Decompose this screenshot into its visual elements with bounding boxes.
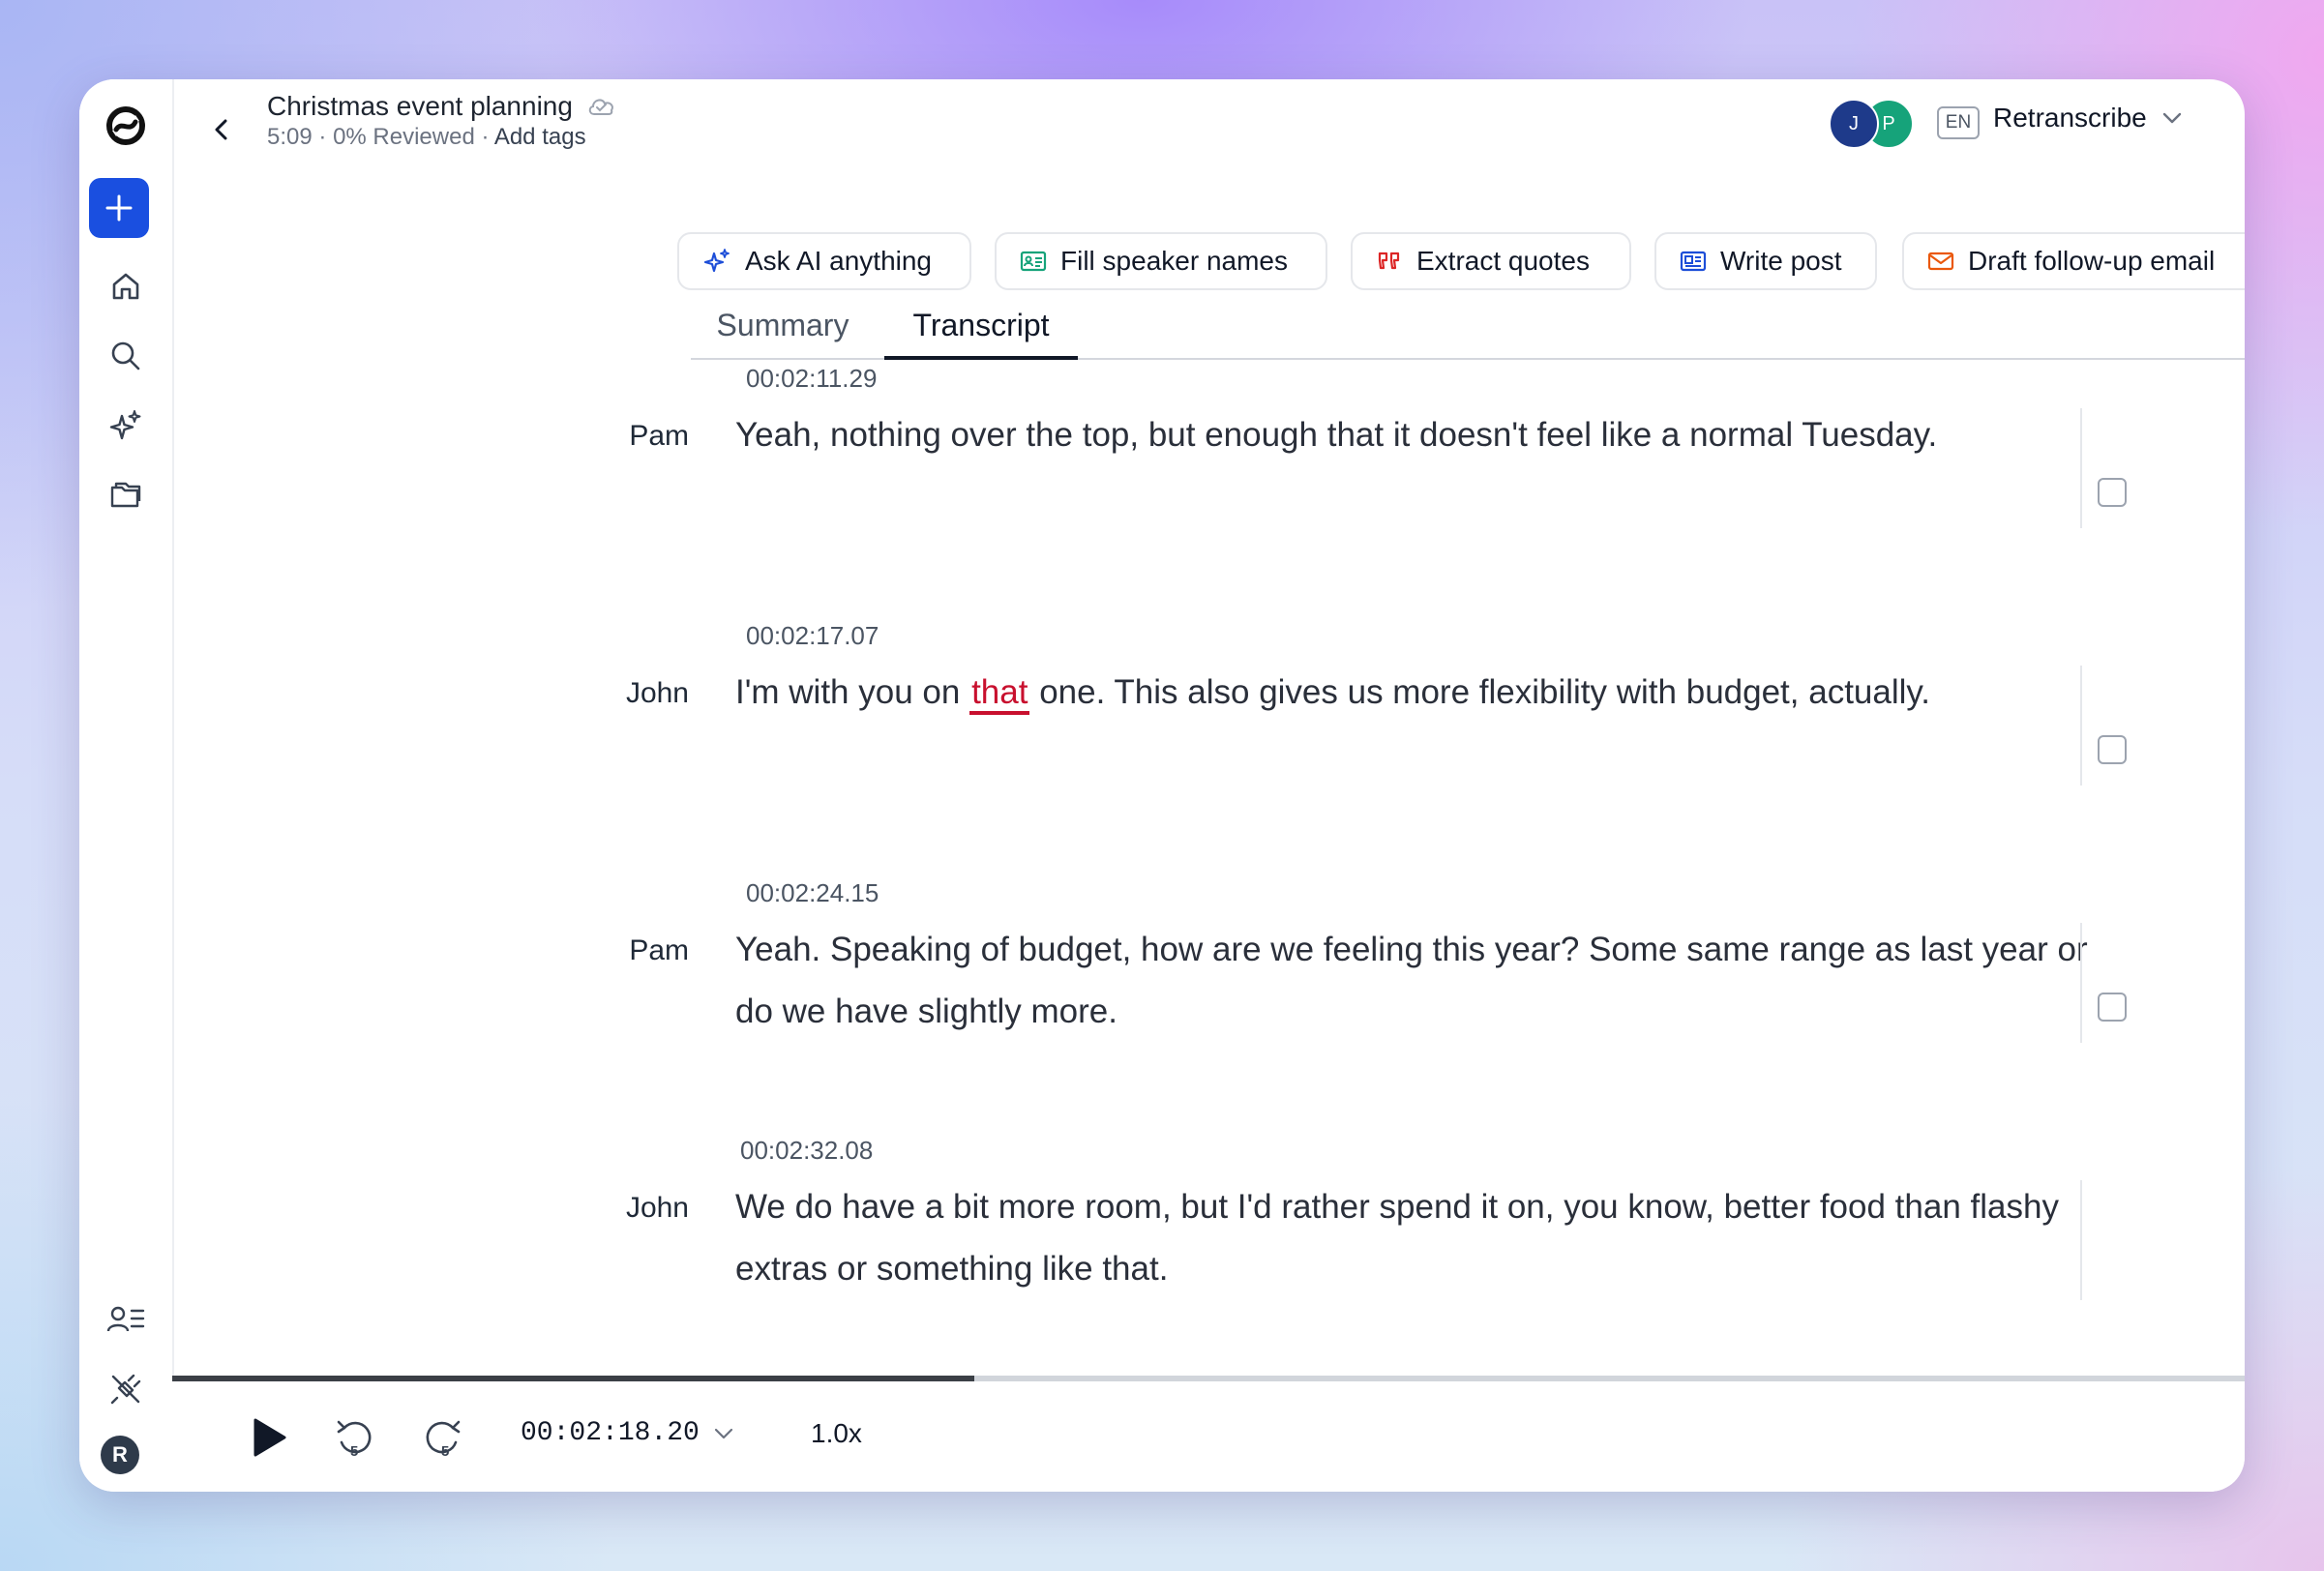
- retranscribe-button[interactable]: Retranscribe: [1993, 103, 2184, 133]
- ask-ai-label: Ask AI anything: [745, 246, 933, 276]
- audio-player: 5 5 00:02:18.20 1.0x: [172, 1381, 2245, 1492]
- tab-transcript[interactable]: Transcript: [884, 292, 1078, 360]
- utterance-text[interactable]: Yeah, nothing over the top, but enough t…: [735, 404, 2129, 466]
- skip-forward-seconds: 5: [441, 1443, 449, 1460]
- participant-avatar: J: [1829, 99, 1879, 149]
- add-tags-link[interactable]: Add tags: [494, 124, 586, 150]
- current-time: 00:02:18.20: [521, 1418, 700, 1448]
- retranscribe-label: Retranscribe: [1993, 103, 2147, 133]
- highlighted-word[interactable]: that: [969, 673, 1030, 715]
- new-button[interactable]: [89, 178, 149, 238]
- tab-summary[interactable]: Summary: [691, 292, 875, 358]
- speaker-name[interactable]: John: [495, 1192, 689, 1225]
- skip-forward-button[interactable]: 5: [414, 1408, 472, 1467]
- play-button[interactable]: [240, 1408, 298, 1467]
- doc-meta: 5:09 · 0% Reviewed · Add tags: [267, 124, 586, 151]
- timestamp[interactable]: 00:02:17.07: [746, 621, 879, 651]
- utterance-text[interactable]: Yeah. Speaking of budget, how are we fee…: [735, 919, 2129, 1043]
- fast-forward-icon: 5: [426, 1420, 461, 1460]
- page-title-text: Christmas event planning: [267, 91, 573, 121]
- tab-bar: Summary Transcript: [691, 292, 2245, 360]
- chevron-down-icon: [2162, 112, 2181, 124]
- fill-speaker-names-button[interactable]: Fill speaker names: [995, 232, 1327, 290]
- speaker-name[interactable]: Pam: [495, 420, 689, 453]
- chevron-down-icon: [714, 1428, 732, 1438]
- extract-quotes-button[interactable]: Extract quotes: [1351, 232, 1631, 290]
- segment-divider: [2080, 408, 2082, 528]
- meta-separator: ·: [318, 124, 334, 150]
- timestamp[interactable]: 00:02:24.15: [746, 878, 879, 908]
- app-window: R Christmas event planning 5:09 · 0% Rev…: [79, 79, 2245, 1492]
- id-card-icon: [1020, 251, 1047, 272]
- skip-back-seconds: 5: [350, 1443, 358, 1460]
- reviewed-text: 0% Reviewed: [333, 124, 475, 150]
- transcript-list: 00:02:11.29 Pam Yeah, nothing over the t…: [79, 360, 2245, 1453]
- fill-speaker-names-label: Fill speaker names: [1060, 246, 1288, 276]
- duration-text: 5:09: [267, 124, 313, 150]
- play-icon: [253, 1418, 286, 1457]
- segment-divider: [2080, 1180, 2082, 1300]
- timestamp[interactable]: 00:02:11.29: [746, 364, 877, 394]
- cloud-check-icon: [588, 99, 613, 115]
- back-button[interactable]: [195, 103, 250, 157]
- app-logo-icon[interactable]: [103, 103, 149, 149]
- current-time-selector[interactable]: 00:02:18.20: [521, 1418, 734, 1448]
- participant-avatars[interactable]: J P: [1829, 99, 1916, 149]
- ask-ai-button[interactable]: Ask AI anything: [677, 232, 971, 290]
- segment-divider: [2080, 666, 2082, 786]
- utterance-text[interactable]: We do have a bit more room, but I'd rath…: [735, 1176, 2129, 1300]
- utterance-text[interactable]: I'm with you on that one. This also give…: [735, 662, 2129, 724]
- playback-speed-button[interactable]: 1.0x: [811, 1418, 862, 1449]
- mail-icon: [1927, 252, 1954, 271]
- quote-icon: [1378, 252, 1400, 270]
- utterance-text-part: I'm with you on: [735, 673, 961, 711]
- home-icon[interactable]: [103, 263, 149, 310]
- draft-follow-up-email-button[interactable]: Draft follow-up email: [1902, 232, 2245, 290]
- write-post-label: Write post: [1720, 246, 1842, 276]
- page-title: Christmas event planning: [267, 91, 617, 122]
- segment-checkbox[interactable]: [2098, 735, 2127, 764]
- language-badge[interactable]: EN: [1937, 106, 1980, 139]
- timestamp[interactable]: 00:02:32.08: [740, 1136, 873, 1166]
- newspaper-icon: [1680, 251, 1707, 272]
- write-post-button[interactable]: Write post: [1654, 232, 1877, 290]
- meta-separator: ·: [481, 124, 494, 150]
- chevron-left-icon: [215, 119, 227, 140]
- extract-quotes-label: Extract quotes: [1416, 246, 1590, 276]
- rewind-icon: 5: [337, 1420, 372, 1460]
- speaker-name[interactable]: John: [495, 677, 689, 710]
- speaker-name[interactable]: Pam: [495, 934, 689, 967]
- sparkle-icon: [703, 249, 730, 273]
- segment-divider: [2080, 923, 2082, 1043]
- utterance-text-part: one. This also gives us more flexibility…: [1039, 673, 1931, 711]
- segment-checkbox[interactable]: [2098, 993, 2127, 1022]
- segment-checkbox[interactable]: [2098, 478, 2127, 507]
- plus-icon: [105, 194, 133, 222]
- draft-follow-up-email-label: Draft follow-up email: [1968, 246, 2216, 276]
- skip-back-button[interactable]: 5: [325, 1408, 383, 1467]
